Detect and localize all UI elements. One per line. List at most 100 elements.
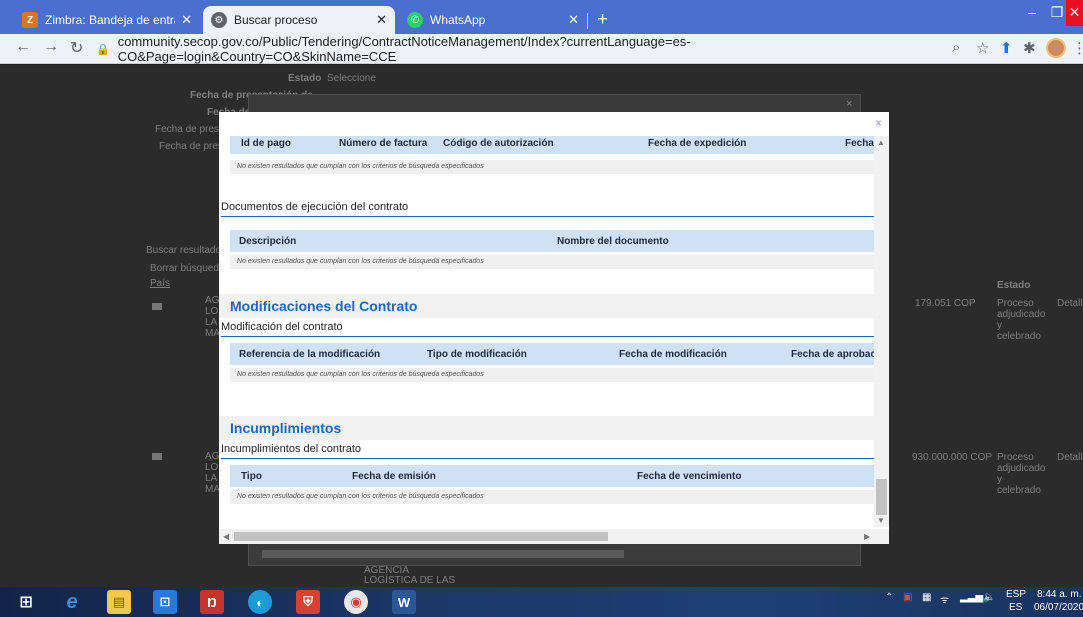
empty-results-message: No existen resultados que cumplan con lo… [230,368,874,382]
close-icon[interactable]: ✕ [181,12,192,28]
tray-app-icon[interactable]: ▣ [903,592,912,603]
store-icon[interactable]: ⊡ [153,590,177,614]
back-icon[interactable]: ← [15,38,31,56]
horizontal-scrollbar[interactable]: ◀ ▶ [219,529,889,544]
column-header: Tipo [241,471,262,482]
tab-separator [587,13,588,29]
invoice-table-header: Id de pago Número de factura Código de a… [230,136,874,154]
bg-row-status: Proceso adjudicado y celebrado [997,452,1046,496]
bg-buscar-link: Buscar resultados [146,245,227,256]
tab-title: Buscar proceso [234,13,318,27]
background-close-icon: × [846,98,853,110]
bg-fecha-label: Fecha de prese [155,124,225,135]
clock-date[interactable]: 06/07/2020 [1034,602,1083,613]
extension-icon[interactable]: ⬆ [1000,39,1013,57]
bg-agency: LOGÍSTICA DE LAS [364,575,456,586]
reload-icon[interactable]: ↻ [70,38,83,58]
new-tab-icon[interactable]: + [597,9,608,31]
empty-results-message: No existen resultados que cumplan con lo… [230,255,874,269]
puzzle-icon[interactable]: ✱ [1023,39,1036,57]
scroll-up-icon[interactable]: ▲ [877,138,885,147]
avatar[interactable] [1046,38,1066,58]
signal-icon[interactable]: ▂▃▅ [960,592,983,603]
language-indicator[interactable]: ES [1009,602,1022,613]
bg-detail-link: Detalle [1057,298,1083,309]
menu-icon[interactable]: ⋮ [1072,39,1083,57]
column-header: Fecha [845,138,874,149]
incumplimientos-section-title: Incumplimientos [219,416,874,440]
security-app-icon[interactable]: Ŋ [200,590,224,614]
tab-title: Zimbra: Bandeja de entrada (4) [45,13,175,27]
volume-icon[interactable]: 🔈 [983,592,995,603]
tab-whatsapp[interactable]: ✆ WhatsApp ✕ [399,6,587,34]
bookmark-star-icon[interactable]: ☆ [976,39,989,57]
taskbar: ⊞ e ▤ ⊡ Ŋ ◐ ⛨ ◉ W ⌃ ▣ ▦ ᯤ ▂▃▅ 🔈 ESP ES 8… [0,587,1083,617]
scroll-right-icon[interactable]: ▶ [864,532,870,541]
window-close-icon[interactable]: ✕ [1066,0,1083,26]
edge-icon[interactable]: ◐ [248,590,272,614]
lock-icon: 🔒 [96,43,110,56]
chrome-icon[interactable]: ◉ [344,590,368,614]
bg-estado-col: Estado [997,280,1031,291]
modal-content: Id de pago Número de factura Código de a… [219,136,874,527]
whatsapp-icon: ✆ [407,12,423,28]
column-header: Fecha de expedición [648,138,747,149]
bg-estado-label: Estado [288,73,322,84]
empty-results-message: No existen resultados que cumplan con lo… [230,160,874,174]
vertical-scrollbar[interactable]: ▲ ▼ [874,136,889,527]
modificacion-subtitle: Modificación del contrato [221,321,874,337]
column-header: Id de pago [241,138,291,149]
column-header: Descripción [239,236,297,247]
flag-icon [152,453,162,460]
browser-tab-strip: Z Zimbra: Bandeja de entrada (4) ✕ ⚙ Bus… [0,0,1083,34]
zimbra-icon: Z [22,12,38,28]
tray-expand-icon[interactable]: ⌃ [885,592,893,603]
column-header: Número de factura [339,138,428,149]
url-text: community.secop.gov.co/Public/Tendering/… [117,34,691,64]
tab-zimbra[interactable]: Z Zimbra: Bandeja de entrada (4) ✕ [14,6,200,34]
bg-row-name: AG LO LA MA [205,295,220,339]
scroll-left-icon[interactable]: ◀ [223,532,229,541]
language-indicator[interactable]: ESP [1006,589,1026,600]
scroll-down-icon[interactable]: ▼ [877,516,885,525]
windows-start-icon[interactable]: ⊞ [14,590,38,614]
address-bar[interactable]: 🔒 community.secop.gov.co/Public/Tenderin… [96,34,876,64]
bg-borrar-link: Borrar búsqueda [150,263,225,274]
column-header: Referencia de la modificación [239,349,381,360]
close-icon[interactable]: ✕ [568,12,579,28]
tray-app-icon[interactable]: ▦ [922,592,931,603]
flag-icon [152,303,162,310]
edge-legacy-icon[interactable]: e [60,590,84,614]
modificaciones-table-header: Referencia de la modificación Tipo de mo… [230,343,874,365]
documents-subtitle: Documentos de ejecución del contrato [221,201,874,217]
close-icon[interactable]: ✕ [376,12,387,28]
modificaciones-section-title: Modificaciones del Contrato [219,294,874,318]
horizontal-scroll-thumb[interactable] [234,532,608,541]
browser-toolbar: ← → ↻ 🔒 community.secop.gov.co/Public/Te… [0,34,1083,64]
shield-app-icon[interactable]: ⛨ [296,590,320,614]
bg-row-value: 179.051 COP [915,298,976,309]
background-hscroll [249,547,860,561]
incumplimientos-table-header: Tipo Fecha de emisión Fecha de vencimien… [230,465,874,487]
column-header: Fecha de modificación [619,349,727,360]
tab-buscar-proceso[interactable]: ⚙ Buscar proceso ✕ [203,6,395,34]
column-header: Código de autorización [443,138,554,149]
word-icon[interactable]: W [392,590,416,614]
bg-estado-value: Seleccione [327,73,376,84]
modal-close-icon[interactable]: × [875,116,882,130]
column-header: Fecha de aprobación [791,349,874,360]
network-icon[interactable]: ᯤ [940,592,949,606]
bg-row-value: 930.000.000 COP [912,452,993,463]
column-header: Nombre del documento [557,236,669,247]
clock-time[interactable]: 8:44 a. m. [1037,589,1081,600]
tab-title: WhatsApp [430,13,486,27]
forward-icon[interactable]: → [43,38,59,56]
documents-table-header: Descripción Nombre del documento [230,230,874,252]
vertical-scroll-thumb[interactable] [876,479,887,515]
column-header: Fecha de emisión [352,471,436,482]
file-explorer-icon[interactable]: ▤ [107,590,131,614]
bg-row-status: Proceso adjudicado y celebrado [997,298,1046,342]
column-header: Fecha de vencimiento [637,471,742,482]
empty-results-message: No existen resultados que cumplan con lo… [230,490,874,504]
zoom-icon[interactable]: ⌕ [952,39,960,56]
